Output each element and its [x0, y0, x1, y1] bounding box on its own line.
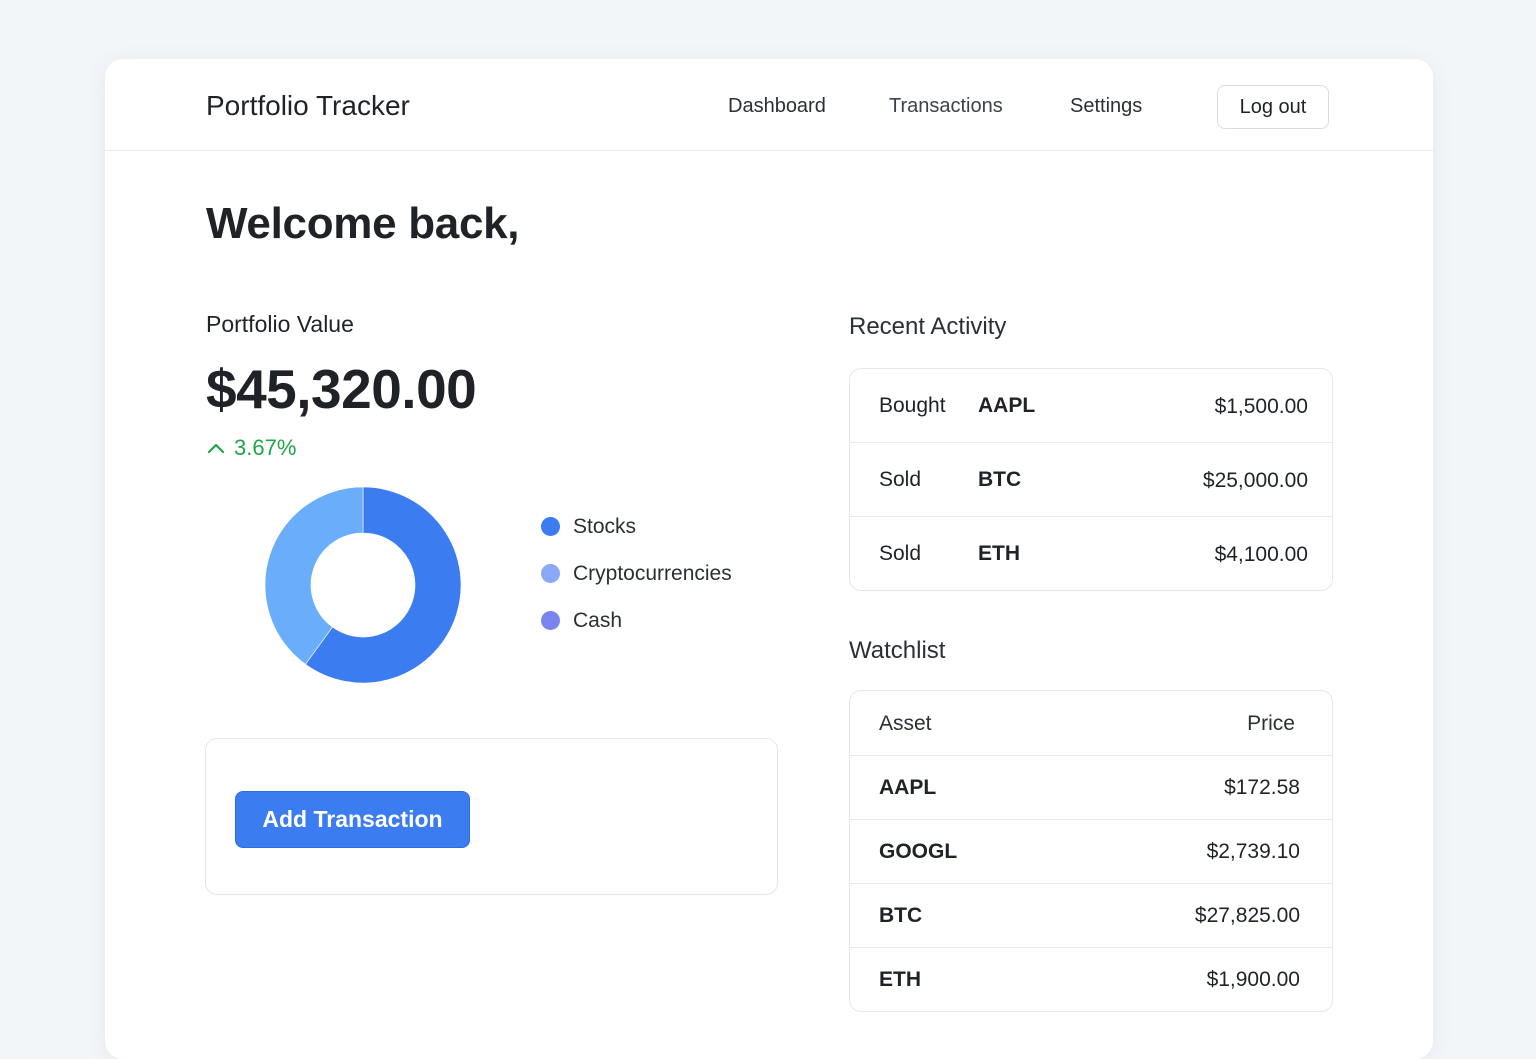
- legend-label: Cryptocurrencies: [573, 561, 732, 585]
- activity-amount: $1,500.00: [1214, 395, 1308, 418]
- watchlist-asset: AAPL: [879, 776, 937, 799]
- watchlist-asset: ETH: [879, 968, 921, 991]
- add-transaction-button[interactable]: Add Transaction: [235, 791, 470, 848]
- activity-asset: ETH: [978, 542, 1020, 565]
- activity-row[interactable]: Bought AAPL $1,500.00: [850, 369, 1332, 443]
- watchlist-row[interactable]: AAPL $172.58: [850, 756, 1332, 820]
- activity-asset: BTC: [978, 468, 1022, 491]
- legend-dot-cryptocurrencies: [541, 564, 560, 583]
- activity-amount: $4,100.00: [1214, 543, 1308, 566]
- welcome-heading: Welcome back,: [206, 199, 520, 248]
- portfolio-value-label: Portfolio Value: [206, 311, 354, 337]
- portfolio-change: 3.67%: [206, 435, 296, 461]
- column-header-price: Price: [1247, 712, 1295, 735]
- legend-item-cryptocurrencies: Cryptocurrencies: [541, 550, 732, 597]
- watchlist-price: $1,900.00: [1206, 968, 1300, 991]
- nav-dashboard[interactable]: Dashboard: [728, 95, 826, 118]
- legend-label: Stocks: [573, 514, 637, 538]
- activity-action: Sold: [879, 468, 922, 491]
- activity-row[interactable]: Sold ETH $4,100.00: [850, 517, 1332, 590]
- activity-amount: $25,000.00: [1202, 469, 1308, 492]
- activity-asset: AAPL: [978, 394, 1036, 417]
- watchlist-row[interactable]: BTC $27,825.00: [850, 884, 1332, 948]
- logout-button[interactable]: Log out: [1217, 85, 1329, 129]
- watchlist-price: $27,825.00: [1194, 904, 1300, 927]
- portfolio-value: $45,320.00: [206, 358, 477, 420]
- legend-label: Cash: [573, 608, 623, 632]
- watchlist-header-row: Asset Price: [850, 691, 1332, 756]
- watchlist-asset: GOOGL: [879, 840, 958, 863]
- legend-dot-cash: [541, 611, 560, 630]
- actions-card: Add Transaction: [205, 738, 778, 895]
- activity-action: Bought: [879, 394, 946, 417]
- allocation-donut-chart: [264, 486, 462, 684]
- activity-row[interactable]: Sold BTC $25,000.00: [850, 443, 1332, 517]
- chevron-up-icon: [207, 443, 225, 454]
- nav-settings[interactable]: Settings: [1070, 95, 1142, 118]
- activity-action: Sold: [879, 542, 922, 565]
- legend-item-stocks: Stocks: [541, 503, 732, 550]
- top-navbar: Portfolio Tracker Dashboard Transactions…: [105, 59, 1433, 151]
- watchlist-row[interactable]: ETH $1,900.00: [850, 948, 1332, 1011]
- recent-activity-list: Bought AAPL $1,500.00 Sold BTC $25,000.0…: [849, 368, 1333, 591]
- recent-activity-title: Recent Activity: [849, 313, 1007, 340]
- watchlist-price: $172.58: [1224, 776, 1300, 799]
- portfolio-change-value: 3.67%: [234, 435, 297, 460]
- nav-transactions[interactable]: Transactions: [889, 95, 1003, 118]
- watchlist-table: Asset Price AAPL $172.58 GOOGL $2,739.10…: [849, 690, 1333, 1012]
- watchlist-title: Watchlist: [849, 637, 946, 664]
- legend-dot-stocks: [541, 517, 560, 536]
- watchlist-row[interactable]: GOOGL $2,739.10: [850, 820, 1332, 884]
- watchlist-price: $2,739.10: [1206, 840, 1300, 863]
- allocation-legend: Stocks Cryptocurrencies Cash: [541, 503, 732, 644]
- app-window: Portfolio Tracker Dashboard Transactions…: [105, 59, 1433, 1059]
- watchlist-asset: BTC: [879, 904, 923, 927]
- column-header-asset: Asset: [879, 712, 932, 735]
- app-title: Portfolio Tracker: [206, 90, 410, 121]
- legend-item-cash: Cash: [541, 597, 732, 644]
